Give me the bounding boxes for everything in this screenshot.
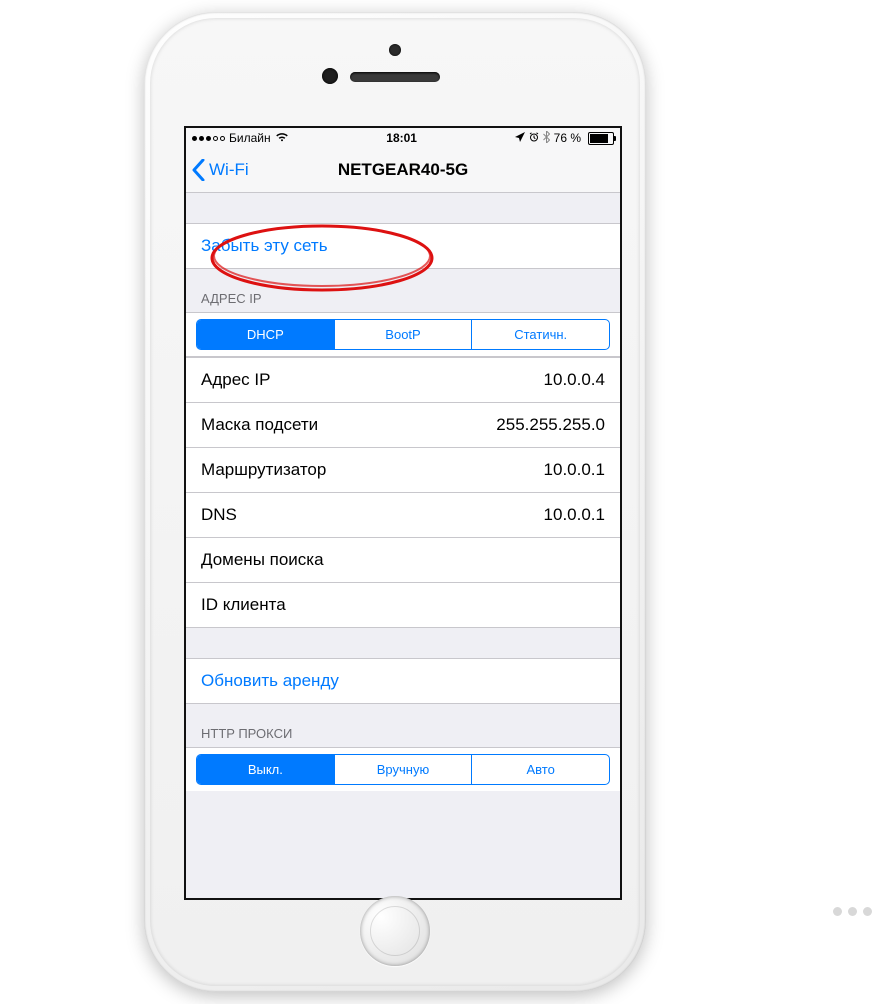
proxy-mode-segmented: Выкл. Вручную Авто bbox=[186, 747, 620, 791]
search-domains-label: Домены поиска bbox=[201, 550, 324, 570]
front-camera bbox=[389, 44, 401, 56]
status-bar: Билайн 18:01 bbox=[186, 128, 620, 148]
ip-label: Адрес IP bbox=[201, 370, 270, 390]
iphone-frame: Билайн 18:01 bbox=[144, 12, 646, 992]
status-right: 76 % bbox=[515, 131, 614, 146]
seg-dhcp[interactable]: DHCP bbox=[197, 320, 334, 349]
seg-static[interactable]: Статичн. bbox=[471, 320, 609, 349]
client-id-label: ID клиента bbox=[201, 595, 286, 615]
wifi-icon bbox=[275, 131, 289, 145]
ip-details-group: Адрес IP 10.0.0.4 Маска подсети 255.255.… bbox=[186, 357, 620, 628]
bluetooth-icon bbox=[543, 131, 550, 146]
earpiece-speaker bbox=[350, 72, 440, 82]
back-button[interactable]: Wi-Fi bbox=[192, 159, 249, 181]
content: Забыть эту сеть АДРЕС IP DHCP BootP Стат… bbox=[186, 193, 620, 899]
status-time: 18:01 bbox=[386, 131, 417, 145]
row-search-domains[interactable]: Домены поиска bbox=[186, 538, 620, 583]
status-left: Билайн bbox=[192, 131, 289, 145]
forget-network-button[interactable]: Забыть эту сеть bbox=[186, 223, 620, 269]
signal-dots-icon bbox=[192, 136, 225, 141]
seg-proxy-off[interactable]: Выкл. bbox=[197, 755, 334, 784]
dns-value: 10.0.0.1 bbox=[544, 505, 605, 525]
page: Билайн 18:01 bbox=[0, 0, 880, 1004]
nav-bar: Wi-Fi NETGEAR40-5G bbox=[186, 148, 620, 193]
battery-pct: 76 % bbox=[554, 131, 581, 145]
row-mask[interactable]: Маска подсети 255.255.255.0 bbox=[186, 403, 620, 448]
back-label: Wi-Fi bbox=[209, 160, 249, 180]
seg-bootp[interactable]: BootP bbox=[334, 320, 472, 349]
location-icon bbox=[515, 131, 525, 145]
alarm-icon bbox=[529, 131, 539, 145]
router-label: Маршрутизатор bbox=[201, 460, 326, 480]
renew-lease-label: Обновить аренду bbox=[201, 671, 339, 691]
seg-proxy-auto[interactable]: Авто bbox=[471, 755, 609, 784]
mask-label: Маска подсети bbox=[201, 415, 318, 435]
screen: Билайн 18:01 bbox=[184, 126, 622, 900]
seg-proxy-manual[interactable]: Вручную bbox=[334, 755, 472, 784]
mask-value: 255.255.255.0 bbox=[496, 415, 605, 435]
dns-label: DNS bbox=[201, 505, 237, 525]
proxy-section-header: HTTP ПРОКСИ bbox=[186, 704, 620, 747]
ip-mode-segmented: DHCP BootP Статичн. bbox=[186, 312, 620, 357]
battery-icon bbox=[585, 132, 614, 145]
forget-network-label: Забыть эту сеть bbox=[201, 236, 328, 256]
renew-lease-button[interactable]: Обновить аренду bbox=[186, 658, 620, 704]
row-router[interactable]: Маршрутизатор 10.0.0.1 bbox=[186, 448, 620, 493]
nav-title: NETGEAR40-5G bbox=[338, 160, 468, 180]
row-dns[interactable]: DNS 10.0.0.1 bbox=[186, 493, 620, 538]
proximity-sensor bbox=[322, 68, 338, 84]
home-button[interactable] bbox=[360, 896, 430, 966]
row-client-id[interactable]: ID клиента bbox=[186, 583, 620, 627]
iphone-inner: Билайн 18:01 bbox=[150, 18, 640, 986]
ip-section-header: АДРЕС IP bbox=[186, 269, 620, 312]
ip-value: 10.0.0.4 bbox=[544, 370, 605, 390]
overflow-dots-icon bbox=[833, 907, 872, 916]
chevron-left-icon bbox=[192, 159, 205, 181]
router-value: 10.0.0.1 bbox=[544, 460, 605, 480]
carrier-label: Билайн bbox=[229, 131, 271, 145]
row-ip[interactable]: Адрес IP 10.0.0.4 bbox=[186, 358, 620, 403]
